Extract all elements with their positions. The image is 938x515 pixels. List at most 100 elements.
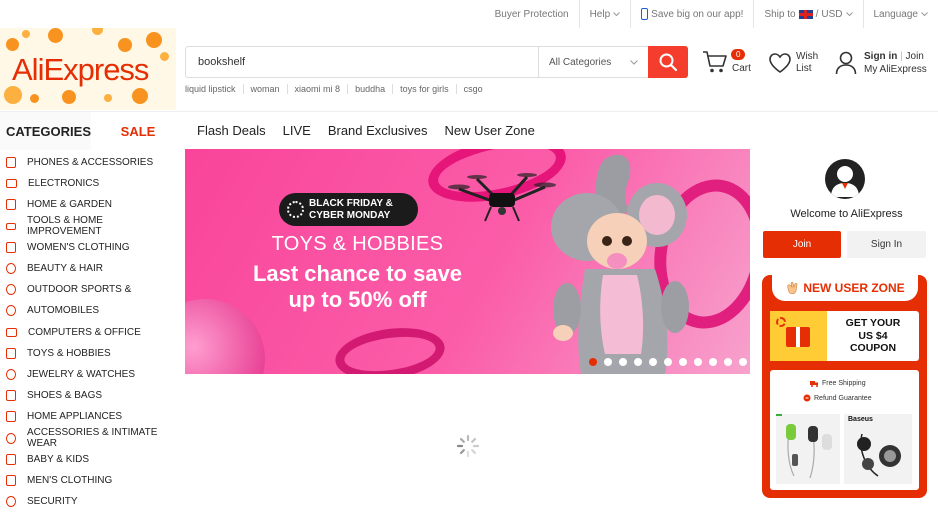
logo-bubble <box>160 52 169 61</box>
category-select[interactable]: All Categories <box>538 47 648 77</box>
ring-icon <box>6 368 16 380</box>
carousel-dot[interactable] <box>694 358 702 366</box>
decor-ring <box>332 321 448 374</box>
category-select-label: All Categories <box>549 56 612 68</box>
nav-brand-exclusives[interactable]: Brand Exclusives <box>328 123 428 138</box>
join-button[interactable]: Join <box>763 231 841 258</box>
starburst-icon <box>287 201 304 218</box>
carousel-dot[interactable] <box>739 358 747 366</box>
category-item[interactable]: PHONES & ACCESSORIES <box>0 152 180 173</box>
join-link[interactable]: Join <box>906 51 924 62</box>
black-friday-badge: BLACK FRIDAY & CYBER MONDAY <box>279 193 418 226</box>
toy-icon <box>6 347 16 359</box>
wishlist-link[interactable]: Wish List <box>768 51 818 75</box>
banner-title: TOYS & HOBBIES <box>271 233 444 255</box>
category-label: HOME & GARDEN <box>27 199 113 211</box>
logo-bubble <box>104 94 112 102</box>
category-item[interactable]: MEN'S CLOTHING <box>0 470 180 491</box>
phone-icon <box>641 8 649 20</box>
carousel-dot[interactable] <box>679 358 687 366</box>
account-menu[interactable]: Sign in | Join My AliExpress <box>835 50 927 76</box>
category-item[interactable]: JEWELRY & WATCHES <box>0 364 180 385</box>
tools-icon <box>6 222 16 230</box>
logo-bubble <box>30 94 39 103</box>
category-item[interactable]: SECURITY <box>0 491 180 512</box>
account-text: Sign in | Join My AliExpress <box>864 50 927 76</box>
dress-icon <box>6 241 16 253</box>
suggestion-link[interactable]: woman <box>242 84 287 94</box>
wish-line1: Wish <box>796 51 819 62</box>
carousel-dot[interactable] <box>619 358 627 366</box>
free-shipping-row: Free Shipping <box>810 380 866 387</box>
suggestion-link[interactable]: csgo <box>455 84 490 94</box>
logo-link[interactable]: AliExpress <box>0 28 176 110</box>
carousel-dot[interactable] <box>634 358 642 366</box>
banner-headline-1: Last chance to save <box>252 261 463 286</box>
tab-categories[interactable]: CATEGORIES <box>0 112 91 150</box>
nav-new-user-zone[interactable]: New User Zone <box>445 123 535 138</box>
logo-bubble <box>22 30 30 38</box>
search-input[interactable]: bookshelf <box>186 47 538 77</box>
category-label: SHOES & BAGS <box>27 390 103 402</box>
category-item[interactable]: TOOLS & HOME IMPROVEMENT <box>0 215 180 237</box>
ship-to-label: Ship to <box>764 8 796 20</box>
ship-to-menu[interactable]: Ship to / USD <box>753 0 862 28</box>
app-promo-label: Save big on our app! <box>651 8 744 20</box>
category-item[interactable]: AUTOMOBILES <box>0 300 180 321</box>
lingerie-icon <box>6 432 16 444</box>
nav-live[interactable]: LIVE <box>283 123 311 138</box>
buyer-protection-label: Buyer Protection <box>494 8 569 20</box>
category-item[interactable]: OUTDOOR SPORTS & <box>0 279 180 300</box>
suggestion-link[interactable]: xiaomi mi 8 <box>286 84 348 94</box>
language-menu[interactable]: Language <box>862 0 938 28</box>
category-label: ELECTRONICS <box>28 178 100 190</box>
suggestion-link[interactable]: buddha <box>347 84 392 94</box>
help-menu[interactable]: Help <box>578 0 631 28</box>
search-bar: bookshelf All Categories <box>185 46 688 78</box>
carousel-dot[interactable] <box>649 358 657 366</box>
loading-spinner-icon <box>456 434 480 458</box>
wave-hand-icon <box>787 281 798 295</box>
baby-icon <box>6 453 16 465</box>
sign-in-button[interactable]: Sign In <box>847 231 926 258</box>
category-item[interactable]: ACCESSORIES & INTIMATE WEAR <box>0 427 180 449</box>
category-item[interactable]: ELECTRONICS <box>0 173 180 194</box>
new-user-zone-title: NEW USER ZONE <box>803 281 905 295</box>
badge-text: BLACK FRIDAY & CYBER MONDAY <box>309 198 393 222</box>
refund-label: Refund Guarantee <box>814 394 872 402</box>
product-promo-card[interactable]: Free Shipping Refund Guarantee Baseus <box>770 370 919 490</box>
category-label: MEN'S CLOTHING <box>27 474 113 486</box>
new-user-zone-card[interactable]: NEW USER ZONE GET YOUR US $4 COUPON Free… <box>762 275 927 498</box>
category-item[interactable]: SHOES & BAGS <box>0 385 180 406</box>
tab-sale[interactable]: SALE <box>91 112 185 150</box>
carousel-dot[interactable] <box>724 358 732 366</box>
carousel-dot[interactable] <box>589 358 597 366</box>
category-item[interactable]: WOMEN'S CLOTHING <box>0 237 180 258</box>
top-bar: Buyer Protection Help Save big on our ap… <box>0 0 938 28</box>
coupon-line2: US $4 <box>858 329 888 342</box>
category-label: JEWELRY & WATCHES <box>27 368 135 380</box>
category-item[interactable]: HOME APPLIANCES <box>0 406 180 427</box>
carousel-dot[interactable] <box>604 358 612 366</box>
camera-icon <box>6 179 17 189</box>
category-item[interactable]: BABY & KIDS <box>0 449 180 470</box>
carousel-dot[interactable] <box>709 358 717 366</box>
category-item[interactable]: HOME & GARDEN <box>0 194 180 215</box>
suggestion-link[interactable]: toys for girls <box>392 84 456 94</box>
suggestion-link[interactable]: liquid lipstick <box>185 84 243 94</box>
buyer-protection-link[interactable]: Buyer Protection <box>485 0 579 28</box>
search-button[interactable] <box>648 46 688 78</box>
carousel-dot[interactable] <box>664 358 672 366</box>
coupon-banner[interactable]: GET YOUR US $4 COUPON <box>770 311 919 361</box>
sign-in-link[interactable]: Sign in <box>864 51 897 62</box>
nav-flash-deals[interactable]: Flash Deals <box>197 123 266 138</box>
app-promo-link[interactable]: Save big on our app! <box>630 0 753 28</box>
refund-icon <box>803 394 811 402</box>
category-item[interactable]: BEAUTY & HAIR <box>0 258 180 279</box>
my-aliexpress-link[interactable]: My AliExpress <box>864 63 927 76</box>
hero-banner[interactable]: BLACK FRIDAY & CYBER MONDAY TOYS & HOBBIE… <box>185 149 750 374</box>
category-item[interactable]: COMPUTERS & OFFICE <box>0 322 180 343</box>
category-item[interactable]: TOYS & HOBBIES <box>0 343 180 364</box>
category-label: OUTDOOR SPORTS & <box>27 284 132 296</box>
car-icon <box>6 305 16 317</box>
